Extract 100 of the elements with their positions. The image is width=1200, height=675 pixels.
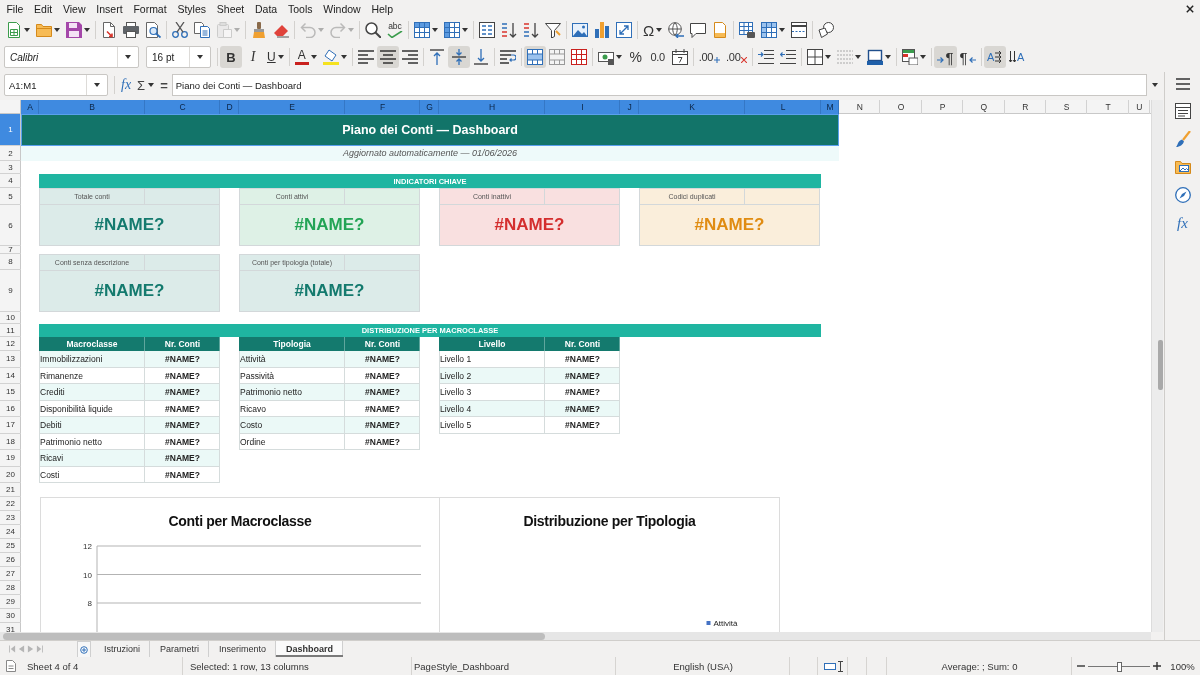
- menu-item[interactable]: Styles: [172, 1, 212, 17]
- language[interactable]: English (USA): [673, 660, 733, 672]
- menu-item[interactable]: Window: [317, 1, 367, 17]
- scrollbar-thumb[interactable]: [3, 632, 545, 640]
- pivot-table-button[interactable]: [613, 19, 635, 41]
- add-decimal-button[interactable]: .00: [695, 46, 724, 68]
- row-header[interactable]: 24: [0, 525, 21, 539]
- formula-button[interactable]: =: [158, 74, 170, 96]
- column-header[interactable]: G: [420, 100, 439, 114]
- column-header[interactable]: C: [145, 100, 220, 114]
- print-button[interactable]: [120, 19, 142, 41]
- sum-button[interactable]: Σ: [135, 74, 157, 96]
- column-header[interactable]: N: [839, 100, 881, 114]
- spelling-button[interactable]: abc: [384, 19, 406, 41]
- font-color-button[interactable]: A: [291, 46, 320, 68]
- menu-item[interactable]: Format: [128, 1, 173, 17]
- column-header[interactable]: A: [21, 100, 39, 114]
- percent-format-button[interactable]: %: [624, 46, 647, 68]
- align-center-button[interactable]: [376, 46, 399, 68]
- document-icon[interactable]: [6, 660, 16, 672]
- bold-button[interactable]: B: [220, 46, 242, 68]
- column-header[interactable]: S: [1045, 100, 1088, 114]
- row-header[interactable]: 30: [0, 609, 21, 623]
- panel-icon[interactable]: [1174, 103, 1191, 119]
- title-banner[interactable]: Piano dei Conti — Dashboard: [21, 114, 839, 146]
- menu-item[interactable]: Insert: [90, 1, 128, 17]
- menu-item[interactable]: File: [1, 1, 29, 17]
- column-header[interactable]: J: [620, 100, 639, 114]
- find-replace-button[interactable]: [362, 19, 384, 41]
- copy-button[interactable]: [191, 19, 213, 41]
- number-format-button[interactable]: 0.0: [646, 46, 669, 68]
- caret-down-icon[interactable]: [1152, 83, 1159, 87]
- row-header[interactable]: 15: [0, 384, 21, 401]
- brush-icon[interactable]: [1174, 131, 1191, 147]
- formula-input-field[interactable]: Piano dei Conti — Dashboard: [171, 74, 1148, 96]
- align-middle-button[interactable]: [447, 46, 470, 68]
- row-header[interactable]: 28: [0, 581, 21, 595]
- column-header[interactable]: T: [1087, 100, 1129, 114]
- horizontal-scrollbar[interactable]: [0, 632, 1151, 640]
- menu-item[interactable]: Sheet: [211, 1, 250, 17]
- column-header[interactable]: L: [745, 100, 821, 114]
- column-header[interactable]: M: [821, 100, 839, 114]
- sheet-tab[interactable]: Istruzioni: [94, 641, 150, 657]
- row-header[interactable]: 14: [0, 367, 21, 384]
- column-header[interactable]: D: [220, 100, 239, 114]
- row-header[interactable]: 9: [0, 270, 21, 312]
- row-header[interactable]: 29: [0, 595, 21, 609]
- menu-icon[interactable]: [1175, 78, 1190, 90]
- row-header[interactable]: 4: [0, 174, 21, 188]
- row-header[interactable]: 1: [0, 114, 21, 146]
- row-header[interactable]: 16: [0, 400, 21, 417]
- column-header[interactable]: P: [921, 100, 964, 114]
- row-header[interactable]: 21: [0, 483, 21, 497]
- row-header[interactable]: 31: [0, 623, 21, 632]
- sheet-tab[interactable]: Parametri: [150, 641, 210, 657]
- cut-button[interactable]: [169, 19, 191, 41]
- delete-decimal-button[interactable]: .00: [723, 46, 751, 68]
- row-header[interactable]: 23: [0, 511, 21, 525]
- row-header[interactable]: 19: [0, 450, 21, 467]
- column-header[interactable]: U: [1128, 100, 1150, 114]
- column-button[interactable]: [441, 19, 471, 41]
- scrollbar-thumb[interactable]: [1158, 340, 1163, 390]
- italic-button[interactable]: I: [242, 46, 264, 68]
- slider-thumb[interactable]: [1117, 661, 1122, 672]
- column-header[interactable]: F: [345, 100, 420, 114]
- zoom-level[interactable]: 100%: [1170, 660, 1195, 672]
- left-to-right-button[interactable]: ¶: [934, 46, 957, 68]
- menu-item[interactable]: Data: [249, 1, 283, 17]
- menu-item[interactable]: Edit: [28, 1, 58, 17]
- rectangle-icon[interactable]: [823, 662, 836, 670]
- close-icon[interactable]: [1186, 5, 1194, 13]
- text-left-to-right-button[interactable]: A: [983, 46, 1006, 68]
- underline-button[interactable]: U: [264, 46, 287, 68]
- row-header[interactable]: 7: [0, 246, 21, 254]
- row-header[interactable]: 27: [0, 567, 21, 581]
- compass-icon[interactable]: [1174, 187, 1191, 203]
- row-header[interactable]: 11: [0, 324, 21, 337]
- column-header[interactable]: R: [1004, 100, 1046, 114]
- row-header[interactable]: 8: [0, 254, 21, 270]
- vertical-scrollbar[interactable]: [1151, 100, 1163, 632]
- function-wizard-button[interactable]: fx: [119, 74, 134, 96]
- add-sheet-button[interactable]: [77, 641, 91, 657]
- row-header[interactable]: 20: [0, 466, 21, 483]
- column-header[interactable]: H: [439, 100, 545, 114]
- row-header[interactable]: 6: [0, 205, 21, 246]
- special-character-button[interactable]: Ω: [640, 19, 666, 41]
- row-button[interactable]: [411, 19, 441, 41]
- row-header[interactable]: 22: [0, 497, 21, 511]
- right-to-left-button[interactable]: ¶: [956, 46, 979, 68]
- text-cursor-icon[interactable]: [837, 660, 843, 672]
- row-header[interactable]: 25: [0, 539, 21, 553]
- column-header[interactable]: O: [880, 100, 922, 114]
- font-name-combobox[interactable]: Calibri: [4, 46, 139, 68]
- font-size-combobox[interactable]: 16 pt: [146, 46, 211, 68]
- sheet-tab[interactable]: Inserimento: [209, 641, 277, 657]
- save-button[interactable]: [63, 19, 93, 41]
- column-header[interactable]: Q: [963, 100, 1005, 114]
- column-header[interactable]: K: [639, 100, 745, 114]
- page-style[interactable]: PageStyle_Dashboard: [414, 660, 510, 672]
- sort-button[interactable]: [476, 19, 498, 41]
